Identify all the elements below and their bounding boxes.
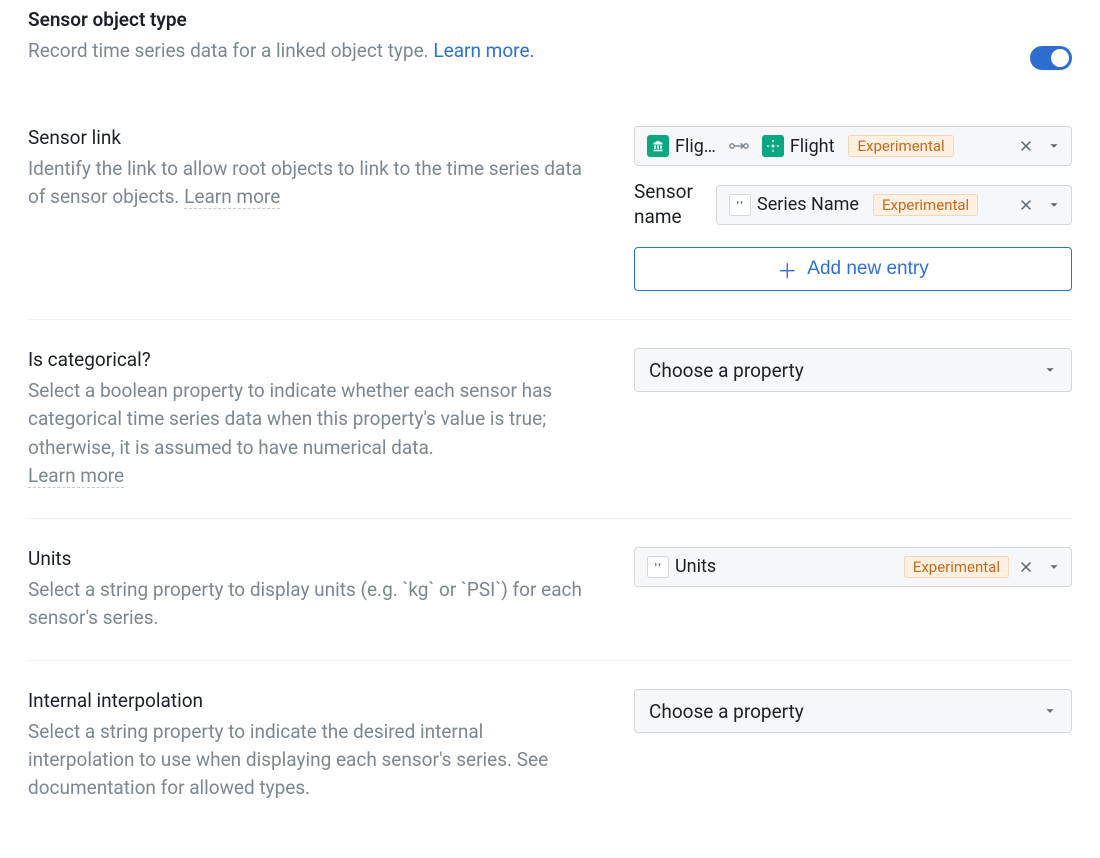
sensor-link-row: Sensor link Identify the link to allow r… [28, 98, 1072, 320]
sensor-name-field: Sensor name Series Name Experimental [634, 180, 1072, 229]
section-title: Sensor object type [28, 8, 1030, 31]
sensor-name-selector[interactable]: Series Name Experimental [716, 185, 1072, 225]
chevron-down-icon [1043, 363, 1057, 377]
experimental-badge: Experimental [873, 194, 978, 216]
sensor-name-label: Sensor name [634, 180, 702, 229]
chevron-down-icon[interactable] [1043, 135, 1065, 157]
chevron-down-icon[interactable] [1043, 556, 1065, 578]
enable-toggle[interactable] [1030, 46, 1072, 70]
field-description: Select a string property to indicate the… [28, 718, 594, 802]
learn-more-link[interactable]: Learn more. [433, 39, 534, 62]
property-chip: Series Name [723, 191, 865, 219]
sensor-link-selector[interactable]: Flig… Flight Experimental [634, 126, 1072, 166]
string-type-icon [729, 194, 751, 216]
plus-icon: ＋ [777, 255, 797, 284]
field-description: Identify the link to allow root objects … [28, 155, 594, 211]
experimental-badge: Experimental [848, 135, 953, 157]
units-selector[interactable]: Units Experimental [634, 547, 1072, 587]
field-description: Select a string property to display unit… [28, 576, 594, 632]
field-label: Is categorical? [28, 348, 594, 371]
field-label: Units [28, 547, 594, 570]
path-target-chip: Flight [756, 132, 841, 160]
add-new-entry-button[interactable]: ＋ Add new entry [634, 247, 1072, 291]
object-type-icon [762, 135, 784, 157]
units-row: Units Select a string property to displa… [28, 519, 1072, 661]
clear-icon[interactable] [1015, 194, 1037, 216]
learn-more-link[interactable]: Learn more [184, 185, 280, 209]
link-arrow-icon [728, 139, 750, 153]
property-chip: Units [641, 553, 722, 581]
chevron-down-icon[interactable] [1043, 194, 1065, 216]
header: Sensor object type Record time series da… [28, 8, 1072, 70]
string-type-icon [647, 556, 669, 578]
internal-interpolation-selector[interactable]: Choose a property [634, 689, 1072, 733]
section-description: Record time series data for a linked obj… [28, 37, 1030, 66]
field-label: Sensor link [28, 126, 594, 149]
path-source-chip: Flig… [641, 132, 722, 160]
is-categorical-row: Is categorical? Select a boolean propert… [28, 320, 1072, 518]
is-categorical-selector[interactable]: Choose a property [634, 348, 1072, 392]
internal-interpolation-row: Internal interpolation Select a string p… [28, 661, 1072, 830]
field-label: Internal interpolation [28, 689, 594, 712]
field-description: Select a boolean property to indicate wh… [28, 377, 594, 489]
experimental-badge: Experimental [904, 556, 1009, 578]
clear-icon[interactable] [1015, 135, 1037, 157]
chevron-down-icon [1043, 704, 1057, 718]
learn-more-link[interactable]: Learn more [28, 464, 124, 488]
object-type-icon [647, 135, 669, 157]
clear-icon[interactable] [1015, 556, 1037, 578]
